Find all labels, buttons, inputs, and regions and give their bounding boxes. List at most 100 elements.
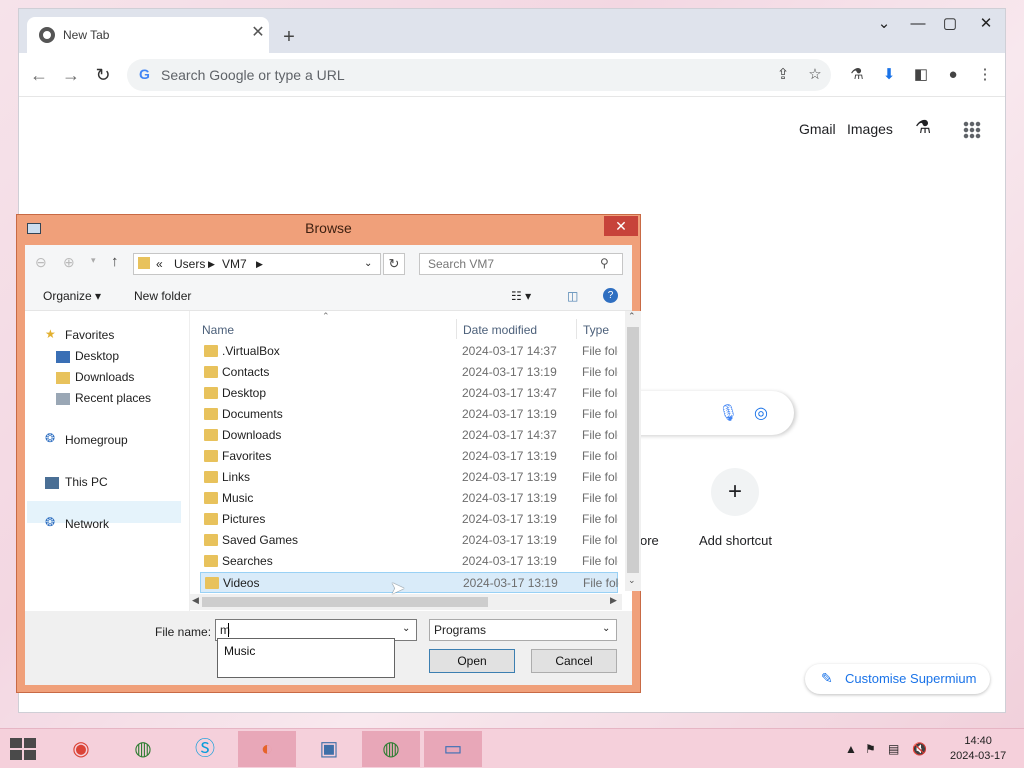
taskbar-clock[interactable]: 14:40 2024-03-17 [950, 734, 1006, 764]
chrome-taskbar-icon[interactable]: ◉ [52, 731, 110, 767]
nav-recent-places[interactable]: Recent places [75, 391, 151, 405]
search-input[interactable]: Search VM7 ⚲ [419, 253, 623, 275]
scroll-right-icon[interactable]: ▶ [610, 595, 617, 606]
dialog-close-button[interactable]: ✕ [604, 216, 638, 236]
help-icon[interactable]: ? [603, 288, 618, 303]
vertical-scroll-thumb[interactable] [627, 327, 639, 573]
reload-button[interactable]: ↻ [91, 63, 115, 87]
up-folder-icon[interactable]: ↑ [111, 253, 119, 270]
nav-favorites[interactable]: Favorites [65, 328, 114, 342]
file-row[interactable]: Music 2024-03-17 13:19 File folder [200, 488, 618, 509]
images-link[interactable]: Images [847, 121, 893, 137]
add-shortcut-label[interactable]: Add shortcut [699, 533, 772, 548]
file-row[interactable]: Searches 2024-03-17 13:19 File folder [200, 551, 618, 572]
nav-downloads[interactable]: Downloads [75, 370, 134, 384]
virtualbox-taskbar-icon[interactable]: ▣ [300, 731, 358, 767]
back-button[interactable]: ← [27, 63, 51, 87]
supermium-taskbar-icon[interactable]: ◍ [362, 731, 420, 767]
profile-avatar-icon[interactable]: ● [941, 63, 965, 87]
omnibox[interactable]: G Search Google or type a URL ⇪ ☆ [127, 59, 831, 91]
share-icon[interactable]: ⇪ [771, 63, 795, 87]
address-dropdown-icon[interactable]: ⌄ [364, 258, 372, 269]
download-icon[interactable]: ⬇ [877, 63, 901, 87]
refresh-button[interactable]: ↻ [383, 253, 405, 275]
show-hidden-icons[interactable]: ▲ [845, 742, 857, 756]
file-row[interactable]: Contacts 2024-03-17 13:19 File folder [200, 362, 618, 383]
new-folder-button[interactable]: New folder [134, 289, 191, 303]
side-panel-icon[interactable]: ◧ [909, 63, 933, 87]
minimize-button[interactable]: — [905, 13, 931, 35]
column-date-modified[interactable]: Date modified [463, 323, 537, 337]
autocomplete-item-music[interactable]: Music [224, 644, 255, 658]
customise-button[interactable]: ✎ Customise Supermium [805, 664, 990, 694]
file-name-dropdown-icon[interactable]: ⌄ [402, 623, 410, 634]
file-type-dropdown-icon[interactable]: ⌄ [602, 623, 610, 634]
organize-button[interactable]: Organize ▾ [43, 289, 101, 303]
lens-icon[interactable]: ◎ [754, 403, 768, 423]
cancel-button[interactable]: Cancel [531, 649, 617, 673]
recent-locations-icon[interactable]: ▾ [91, 255, 96, 266]
maximize-button[interactable]: ▢ [937, 13, 963, 35]
view-options-icon[interactable]: ☷ ▾ [511, 289, 531, 303]
file-row[interactable]: Pictures 2024-03-17 13:19 File folder [200, 509, 618, 530]
labs-icon[interactable]: ⚗ [845, 63, 869, 87]
file-row[interactable]: Documents 2024-03-17 13:19 File folder [200, 404, 618, 425]
close-window-button[interactable]: ✕ [973, 13, 999, 35]
tab-search-icon[interactable]: ⌄ [871, 13, 897, 35]
start-button[interactable] [10, 738, 38, 762]
breadcrumb-chevron-icon[interactable]: ▶ [208, 259, 215, 270]
breadcrumb-vm7[interactable]: VM7 [222, 257, 247, 271]
nav-network[interactable]: Network [65, 517, 109, 531]
add-shortcut-button[interactable]: + [711, 468, 759, 516]
labs-flask-icon[interactable]: ⚗ [915, 117, 931, 138]
file-row[interactable]: Links 2024-03-17 13:19 File folder [200, 467, 618, 488]
forward-icon[interactable]: ⊕ [63, 254, 75, 271]
file-row[interactable]: Videos 2024-03-17 13:19 File folder [200, 572, 619, 593]
flag-icon[interactable]: ⚑ [865, 742, 876, 756]
preview-pane-icon[interactable]: ◫ [567, 289, 578, 303]
new-tab-button[interactable]: + [277, 25, 301, 49]
back-icon[interactable]: ⊖ [35, 254, 47, 271]
horizontal-scrollbar[interactable]: ◀ ▶ [190, 594, 622, 610]
globe-app-taskbar-icon[interactable]: ◍ [114, 731, 172, 767]
column-divider [576, 319, 577, 339]
gmail-link[interactable]: Gmail [799, 121, 836, 137]
downloads-folder-icon [56, 372, 70, 384]
vertical-scrollbar[interactable]: ⌃ ⌄ [625, 311, 641, 591]
breadcrumb-overflow[interactable]: « [156, 257, 163, 271]
apps-grid-icon[interactable] [963, 121, 981, 139]
google-icon: G [139, 66, 150, 82]
file-row[interactable]: Downloads 2024-03-17 14:37 File folder [200, 425, 618, 446]
nav-homegroup[interactable]: Homegroup [65, 433, 128, 447]
volume-muted-icon[interactable]: 🔇 [912, 742, 927, 756]
network-tray-icon[interactable]: ▤ [888, 742, 899, 756]
horizontal-scroll-thumb[interactable] [202, 597, 488, 607]
scroll-up-icon[interactable]: ⌃ [628, 311, 636, 322]
nav-desktop[interactable]: Desktop [75, 349, 119, 363]
bookmark-star-icon[interactable]: ☆ [803, 63, 827, 87]
nav-this-pc[interactable]: This PC [65, 475, 108, 489]
forward-button[interactable]: → [59, 63, 83, 87]
address-breadcrumb[interactable]: « Users ▶ VM7 ▶ ⌄ [133, 253, 381, 275]
scroll-down-icon[interactable]: ⌄ [628, 575, 636, 586]
file-row[interactable]: Desktop 2024-03-17 13:47 File folder [200, 383, 618, 404]
shortcut-label-partial[interactable]: ore [640, 533, 659, 548]
open-button[interactable]: Open [429, 649, 515, 673]
file-type-select[interactable]: Programs ⌄ [429, 619, 617, 641]
file-dialog-taskbar-icon[interactable]: ▭ [424, 731, 482, 767]
column-type[interactable]: Type [583, 323, 609, 337]
breadcrumb-chevron-icon[interactable]: ▶ [256, 259, 263, 270]
voice-search-icon[interactable]: 🎙 [718, 403, 738, 423]
file-row[interactable]: Favorites 2024-03-17 13:19 File folder [200, 446, 618, 467]
close-tab-icon[interactable]: ✕ [249, 24, 267, 42]
firefox-taskbar-icon[interactable]: ◐ [238, 731, 296, 767]
menu-icon[interactable]: ⋮ [973, 63, 997, 87]
file-row[interactable]: .VirtualBox 2024-03-17 14:37 File folder [200, 341, 618, 362]
scroll-left-icon[interactable]: ◀ [192, 595, 199, 606]
tab-new-tab[interactable]: New Tab ✕ [27, 17, 269, 53]
file-name-autocomplete: Music [217, 638, 395, 678]
file-row[interactable]: Saved Games 2024-03-17 13:19 File folder [200, 530, 618, 551]
breadcrumb-users[interactable]: Users [174, 257, 205, 271]
skype-taskbar-icon[interactable]: Ⓢ [176, 731, 234, 767]
column-name[interactable]: Name [202, 323, 234, 337]
